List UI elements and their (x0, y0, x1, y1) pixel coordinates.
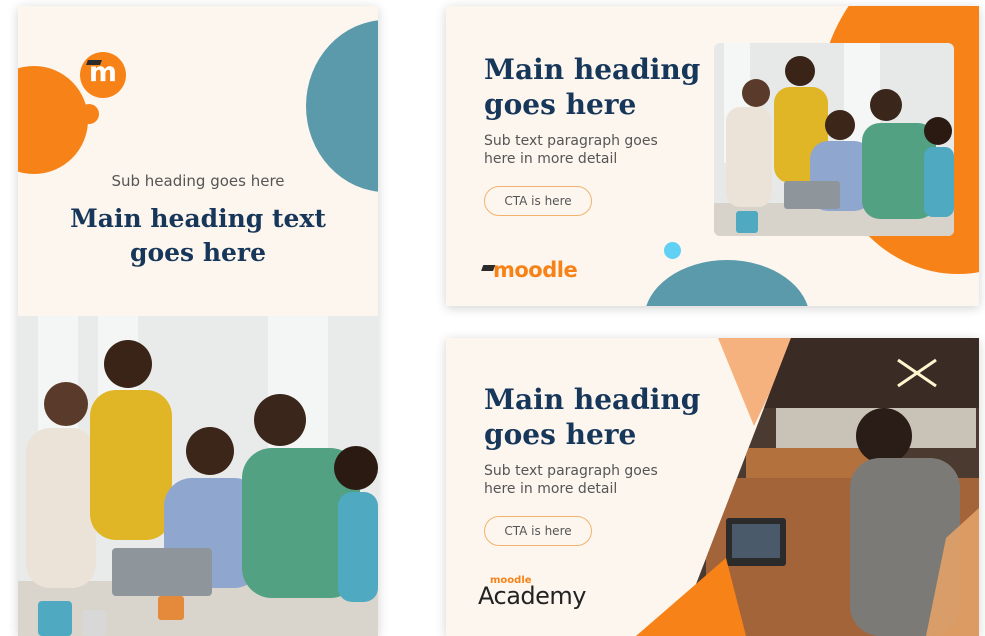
sub-text: Sub text paragraph goes here in more det… (484, 132, 704, 168)
sub-text-line2: here in more detail (484, 151, 618, 167)
sub-text-line2: here in more detail (484, 481, 618, 497)
landscape-banner-bottom: Main heading goes here Sub text paragrap… (446, 338, 979, 636)
main-heading: Main heading goes here (484, 382, 704, 452)
moodle-logo-letter: m (88, 57, 118, 88)
portrait-banner: m Sub heading goes here Main heading tex… (18, 6, 378, 636)
teal-semicircle-decoration (644, 260, 810, 306)
teal-circle-decoration (306, 20, 378, 192)
academy-wordmark-text: Academy (478, 582, 586, 610)
sub-text-line1: Sub text paragraph goes (484, 463, 658, 479)
main-heading-line1: Main heading (484, 53, 701, 86)
orange-circle-decoration (18, 66, 88, 174)
team-meeting-photo (714, 43, 954, 236)
moodle-graduation-cap-icon (481, 265, 496, 271)
moodle-academy-wordmark: moodle Academy (478, 575, 586, 610)
cta-button[interactable]: CTA is here (484, 516, 592, 546)
moodle-wordmark-text: moodle (493, 258, 578, 282)
sub-heading: Sub heading goes here (111, 172, 285, 190)
main-heading-line1: Main heading (484, 383, 701, 416)
main-heading-line1: Main heading text (70, 204, 326, 233)
main-heading-line2: goes here (484, 88, 637, 121)
main-heading-line2: goes here (130, 238, 266, 267)
orange-dot-decoration (79, 104, 99, 124)
moodle-wordmark: moodle (480, 258, 578, 282)
sub-text-line1: Sub text paragraph goes (484, 133, 658, 149)
sub-text: Sub text paragraph goes here in more det… (484, 462, 704, 498)
main-heading: Main heading text goes here (48, 202, 348, 270)
moodle-logo: m (80, 52, 126, 98)
main-heading: Main heading goes here (484, 52, 704, 122)
team-meeting-photo (18, 316, 378, 636)
landscape-banner-top: Main heading goes here Sub text paragrap… (446, 6, 979, 306)
moodle-wordmark-small: moodle (490, 575, 532, 586)
main-heading-line2: goes here (484, 418, 637, 451)
cta-button[interactable]: CTA is here (484, 186, 592, 216)
blue-dot-decoration (664, 242, 681, 259)
